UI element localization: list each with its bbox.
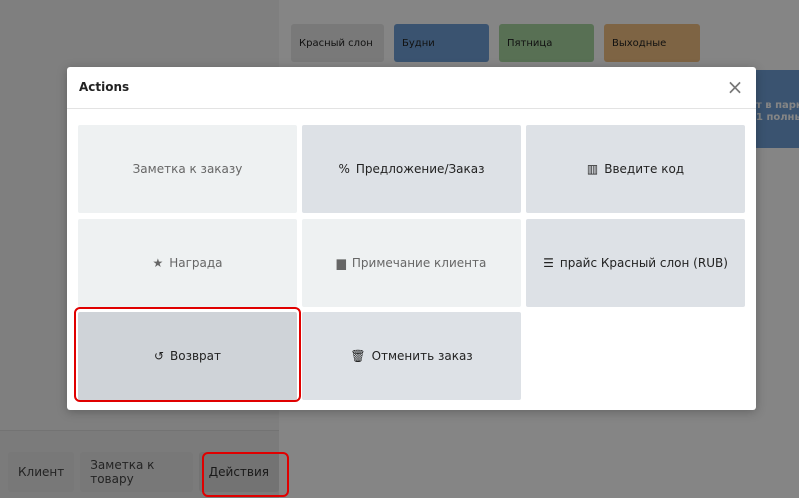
order-note-label: Заметка к заказу <box>132 162 243 176</box>
note-icon: ▆ <box>336 256 346 270</box>
order-note-tile[interactable]: Заметка к заказу <box>78 125 297 213</box>
reward-tile[interactable]: ★ Награда <box>78 219 297 307</box>
cancel-order-tile[interactable]: 🗑 Отменить заказ <box>302 312 521 400</box>
star-icon: ★ <box>152 256 164 270</box>
dialog-title: Actions <box>79 80 130 94</box>
enter-code-label: Введите код <box>604 162 685 176</box>
quotation-order-tile[interactable]: % Предложение/Заказ <box>302 125 521 213</box>
barcode-icon: ▥ <box>586 162 599 176</box>
pricelist-tile[interactable]: ☰ прайс Красный слон (RUB) <box>526 219 745 307</box>
refund-label: Возврат <box>170 349 222 363</box>
pricelist-label: прайс Красный слон (RUB) <box>559 256 728 270</box>
close-icon[interactable]: × <box>724 76 746 98</box>
quotation-order-label: Предложение/Заказ <box>355 162 485 176</box>
dialog-header: Actions × <box>67 67 756 109</box>
enter-code-tile[interactable]: ▥ Введите код <box>526 125 745 213</box>
cancel-order-label: Отменить заказ <box>371 349 473 363</box>
customer-note-label: Примечание клиента <box>351 256 487 270</box>
customer-note-tile[interactable]: ▆ Примечание клиента <box>302 219 521 307</box>
percent-icon: % <box>338 162 350 176</box>
list-icon: ☰ <box>543 256 554 270</box>
trash-icon: 🗑 <box>350 349 366 363</box>
reward-label: Награда <box>169 256 223 270</box>
actions-dialog: Actions × Заметка к заказу % Предложение… <box>67 67 756 410</box>
undo-icon: ↺ <box>153 349 165 363</box>
refund-tile[interactable]: ↺ Возврат <box>78 312 297 400</box>
